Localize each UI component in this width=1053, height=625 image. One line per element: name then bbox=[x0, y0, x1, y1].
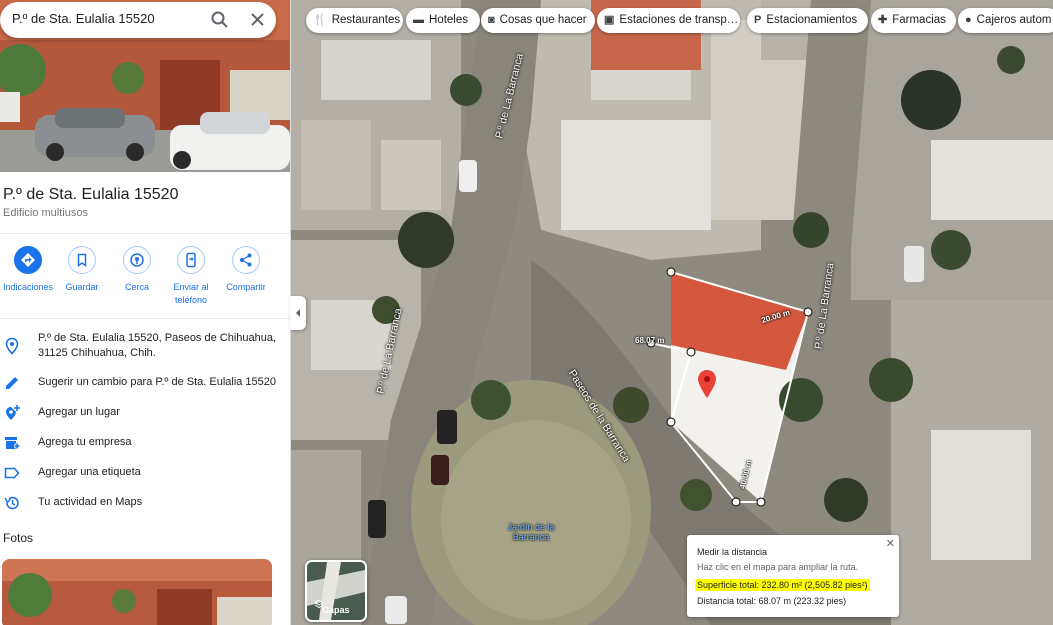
chip-label: Restaurantes bbox=[331, 14, 401, 26]
add-place-text: Agregar un lugar bbox=[38, 406, 120, 418]
measure-hint: Haz clic en el mapa para ampliar la ruta… bbox=[697, 562, 859, 572]
save-button[interactable]: Guardar bbox=[54, 246, 110, 294]
directions-label: Indicaciones bbox=[2, 282, 54, 292]
phone-icon bbox=[177, 246, 205, 274]
add-label-text: Agregar una etiqueta bbox=[38, 466, 141, 478]
photo-thumbnail[interactable] bbox=[2, 559, 272, 625]
divider bbox=[0, 233, 290, 234]
close-icon[interactable] bbox=[247, 9, 269, 31]
satellite-imagery bbox=[291, 0, 1053, 625]
activity-text: Tu actividad en Maps bbox=[38, 496, 143, 508]
directions-icon bbox=[14, 246, 42, 274]
nearby-label: Cerca bbox=[124, 282, 149, 292]
photos-heading: Fotos bbox=[3, 531, 34, 545]
divider bbox=[0, 318, 290, 319]
layers-label: Capas bbox=[322, 605, 350, 615]
park-label[interactable]: Jardín de la Barranca bbox=[496, 522, 566, 542]
search-icon[interactable] bbox=[209, 9, 231, 31]
place-type[interactable]: Edificio multiusos bbox=[3, 207, 88, 219]
add-business-row[interactable]: Agrega tu empresa bbox=[0, 434, 290, 452]
nearby-button[interactable]: Cerca bbox=[109, 246, 165, 294]
add-place-row[interactable]: Agregar un lugar bbox=[0, 404, 290, 422]
restaurant-icon: 🍴 bbox=[313, 14, 327, 26]
total-distance: Distancia total: 68.07 m (223.32 pies) bbox=[697, 596, 847, 606]
chip-label: Cosas que hacer bbox=[499, 14, 587, 26]
chip-things-to-do[interactable]: ◙ Cosas que hacer bbox=[481, 8, 595, 33]
chip-parking[interactable]: P Estacionamientos bbox=[747, 8, 868, 33]
directions-button[interactable]: Indicaciones bbox=[0, 246, 56, 294]
suggest-edit-row[interactable]: Sugerir un cambio para P.º de Sta. Eulal… bbox=[0, 374, 290, 392]
add-label-row[interactable]: Agregar una etiqueta bbox=[0, 464, 290, 482]
chip-transit[interactable]: ▣ Estaciones de transp… bbox=[597, 8, 740, 33]
chip-label: Cajeros autom bbox=[976, 14, 1052, 26]
hotel-icon: ▬ bbox=[413, 14, 424, 26]
chip-label: Hoteles bbox=[429, 14, 468, 26]
parking-icon: P bbox=[754, 14, 762, 26]
chip-label: Estaciones de transp… bbox=[619, 14, 739, 26]
chip-atm[interactable]: ● Cajeros autom bbox=[958, 8, 1053, 33]
history-icon bbox=[3, 494, 21, 512]
chip-hotels[interactable]: ▬ Hoteles bbox=[406, 8, 480, 33]
total-area: Superficie total: 232.80 m² (2,505.82 pi… bbox=[695, 579, 870, 591]
suggest-edit-text: Sugerir un cambio para P.º de Sta. Eulal… bbox=[38, 376, 277, 388]
chip-restaurants[interactable]: 🍴 Restaurantes bbox=[306, 8, 403, 33]
save-label: Guardar bbox=[65, 282, 99, 292]
address-text: P.º de Sta. Eulalia 15520, Paseos de Chi… bbox=[38, 332, 277, 359]
place-title: P.º de Sta. Eulalia 15520 bbox=[3, 186, 179, 203]
location-pin-icon bbox=[3, 337, 21, 355]
address-row[interactable]: P.º de Sta. Eulalia 15520, Paseos de Chi… bbox=[0, 330, 290, 362]
collapse-panel-button[interactable] bbox=[290, 296, 306, 330]
segment-distance-label: 68.07 m bbox=[635, 336, 665, 345]
pharmacy-icon: ✚ bbox=[878, 14, 888, 26]
chip-label: Estacionamientos bbox=[766, 14, 858, 26]
pencil-icon bbox=[3, 374, 21, 392]
place-panel: P.º de Sta. Eulalia 15520 Edificio multi… bbox=[0, 0, 291, 625]
camera-icon: ◙ bbox=[488, 14, 495, 26]
share-label: Compartir bbox=[226, 282, 266, 292]
share-button[interactable]: Compartir bbox=[218, 246, 274, 294]
nearby-icon bbox=[123, 246, 151, 274]
measure-title: Medir la distancia bbox=[697, 547, 768, 557]
bookmark-icon bbox=[68, 246, 96, 274]
add-location-icon bbox=[3, 404, 21, 422]
close-icon[interactable]: ✕ bbox=[886, 537, 895, 550]
store-icon bbox=[3, 434, 21, 452]
search-box bbox=[0, 2, 276, 38]
label-icon bbox=[3, 464, 21, 482]
chip-label: Farmacias bbox=[892, 14, 946, 26]
atm-icon: ● bbox=[965, 14, 972, 26]
chip-pharmacies[interactable]: ✚ Farmacias bbox=[871, 8, 956, 33]
search-input[interactable] bbox=[12, 11, 202, 26]
layers-button[interactable]: Capas bbox=[305, 560, 367, 622]
send-to-phone-button[interactable]: Enviar al teléfono bbox=[163, 246, 219, 307]
add-business-text: Agrega tu empresa bbox=[38, 436, 132, 448]
chevron-left-icon bbox=[296, 309, 300, 317]
transit-icon: ▣ bbox=[604, 14, 615, 26]
map-canvas[interactable]: P.º de La Barranca P.º de La Barranca P.… bbox=[291, 0, 1053, 625]
activity-row[interactable]: Tu actividad en Maps bbox=[0, 494, 290, 512]
send-to-phone-label: Enviar al teléfono bbox=[173, 282, 209, 305]
measure-distance-card: ✕ Medir la distancia Haz clic en el mapa… bbox=[687, 535, 899, 617]
share-icon bbox=[232, 246, 260, 274]
